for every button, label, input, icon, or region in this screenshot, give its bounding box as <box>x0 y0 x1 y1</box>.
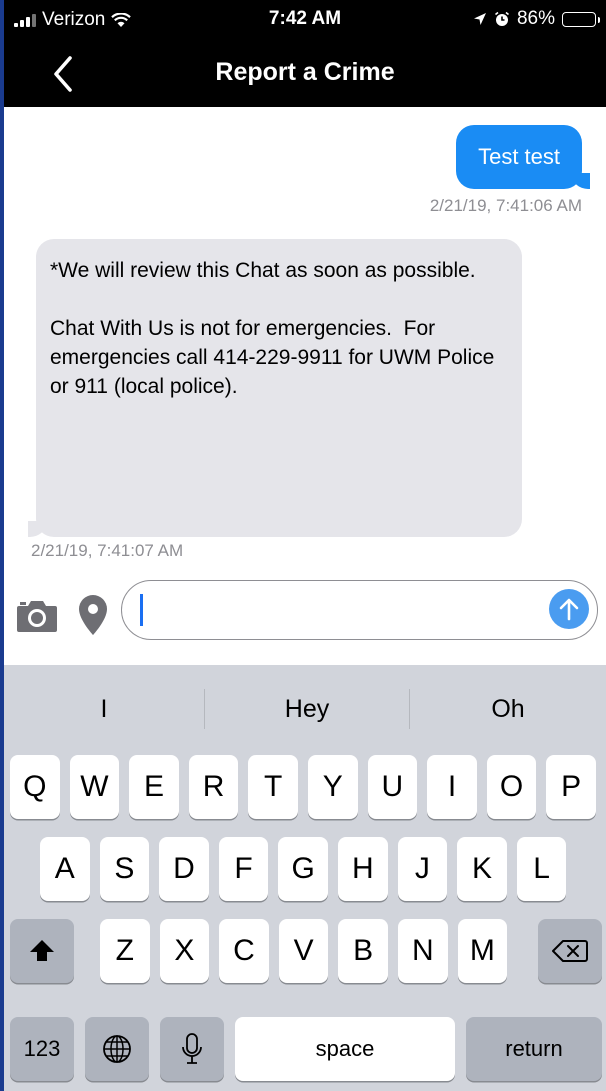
page-title: Report a Crime <box>215 58 395 86</box>
key-a[interactable]: A <box>40 837 90 901</box>
chat-thread[interactable]: Test test 2/21/19, 7:41:06 AM *We will r… <box>4 107 606 567</box>
key-z[interactable]: Z <box>100 919 150 983</box>
key-c[interactable]: C <box>219 919 269 983</box>
key-b[interactable]: B <box>338 919 388 983</box>
key-l[interactable]: L <box>516 837 567 901</box>
message-input[interactable] <box>121 580 598 640</box>
suggestion-2[interactable]: Hey <box>205 665 409 753</box>
phone-screen: Verizon 7:42 AM 86% Report a Crime Test … <box>4 0 606 1091</box>
key-m[interactable]: M <box>457 919 508 983</box>
key-w[interactable]: W <box>69 755 120 819</box>
location-arrow-icon <box>473 13 486 25</box>
key-k[interactable]: K <box>457 837 507 901</box>
navigation-bar: Report a Crime <box>4 40 606 107</box>
message-composer <box>4 567 606 665</box>
outgoing-message-timestamp: 2/21/19, 7:41:06 AM <box>429 196 582 215</box>
key-s[interactable]: S <box>99 837 150 901</box>
top-bar: Verizon 7:42 AM 86% Report a Crime <box>4 0 606 107</box>
key-r[interactable]: R <box>188 755 239 819</box>
status-bar: Verizon 7:42 AM 86% <box>4 0 606 40</box>
incoming-message-timestamp: 2/21/19, 7:41:07 AM <box>31 541 184 560</box>
send-arrow-icon <box>559 598 579 621</box>
status-right: 86% <box>473 8 600 30</box>
key-v[interactable]: V <box>278 919 329 983</box>
key-g[interactable]: G <box>278 837 328 901</box>
keyboard: I Hey Oh QWERTYUIOP ASDFGHJKL ZXCVBNM 12… <box>4 665 606 1091</box>
suggestion-3[interactable]: Oh <box>410 665 606 753</box>
key-i[interactable]: I <box>427 755 477 819</box>
text-cursor <box>140 594 143 626</box>
shift-key[interactable] <box>10 919 74 983</box>
microphone-icon <box>182 1033 202 1064</box>
battery-percent: 86% <box>516 8 555 29</box>
space-key[interactable]: space <box>235 1017 455 1081</box>
suggestion-1[interactable]: I <box>4 665 204 753</box>
return-key[interactable]: return <box>466 1017 602 1081</box>
incoming-message-bubble: *We will review this Chat as soon as pos… <box>28 239 522 537</box>
key-e[interactable]: E <box>129 755 179 819</box>
key-h[interactable]: H <box>338 837 388 901</box>
delete-key[interactable] <box>538 919 602 983</box>
key-n[interactable]: N <box>398 919 448 983</box>
key-t[interactable]: T <box>248 755 298 819</box>
outgoing-message-bubble: Test test <box>456 125 590 189</box>
key-f[interactable]: F <box>218 837 269 901</box>
key-u[interactable]: U <box>367 755 418 819</box>
location-button[interactable] <box>78 594 108 636</box>
location-pin-icon <box>79 595 107 635</box>
key-p[interactable]: P <box>546 755 596 819</box>
shift-icon <box>30 940 54 961</box>
numbers-key[interactable]: 123 <box>10 1017 74 1081</box>
camera-icon <box>17 601 57 632</box>
battery-icon <box>562 11 600 27</box>
suggestion-bar: I Hey Oh <box>4 665 606 753</box>
key-j[interactable]: J <box>397 837 448 901</box>
key-q[interactable]: Q <box>10 755 60 819</box>
backspace-icon <box>552 940 588 962</box>
send-button[interactable] <box>549 589 589 629</box>
key-d[interactable]: D <box>159 837 209 901</box>
globe-key[interactable] <box>85 1017 149 1081</box>
key-y[interactable]: Y <box>308 755 358 819</box>
alarm-icon <box>494 11 509 26</box>
camera-button[interactable] <box>16 599 58 633</box>
key-o[interactable]: O <box>486 755 537 819</box>
key-x[interactable]: X <box>159 919 210 983</box>
microphone-key[interactable] <box>160 1017 224 1081</box>
globe-icon <box>103 1035 131 1063</box>
